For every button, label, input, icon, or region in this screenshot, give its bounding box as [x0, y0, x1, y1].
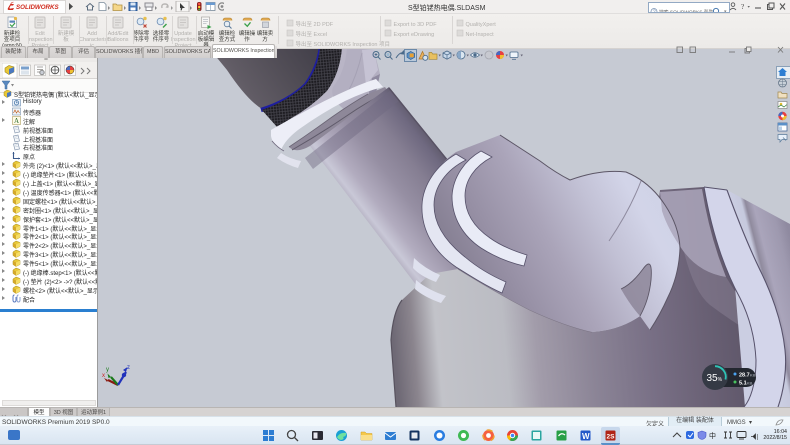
svg-text:5.1KB: 5.1KB [739, 381, 753, 387]
svg-text:?: ? [741, 2, 745, 11]
svg-text:28.7KB: 28.7KB [739, 373, 756, 379]
svg-text:A: A [14, 117, 19, 125]
svg-text:x: x [102, 373, 105, 379]
svg-text:2S: 2S [606, 434, 615, 441]
svg-text:35%: 35% [707, 373, 723, 384]
svg-text:SOLIDWORKS: SOLIDWORKS [16, 4, 59, 11]
svg-text:搜索 SOLIDWORKS 帮助: 搜索 SOLIDWORKS 帮助 [659, 8, 714, 13]
svg-text:z: z [127, 365, 130, 371]
svg-text:W: W [582, 432, 590, 441]
svg-text:?: ? [653, 9, 656, 12]
svg-text:y: y [106, 367, 109, 373]
